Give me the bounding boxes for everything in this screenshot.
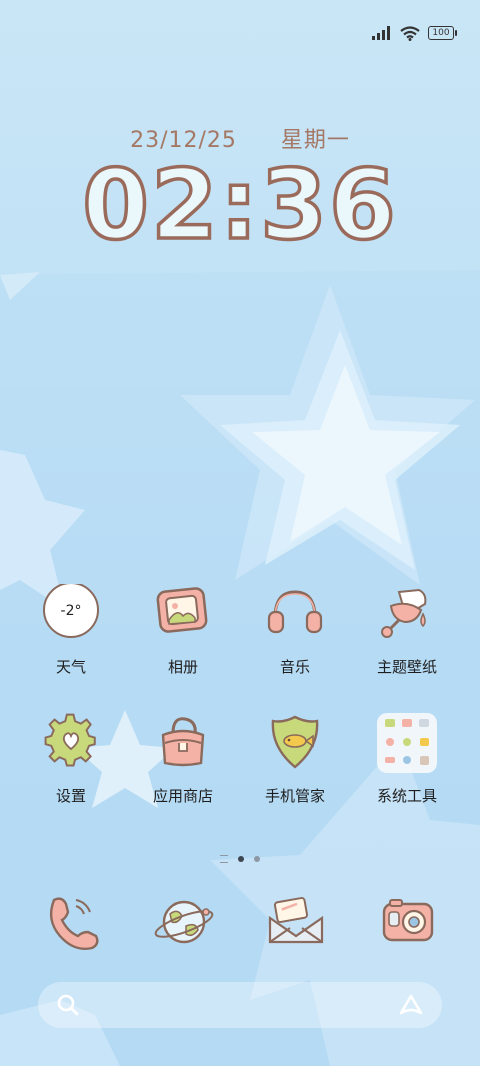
app-label: 设置 <box>55 787 86 805</box>
app-drawer-indicator[interactable] <box>220 855 228 863</box>
search-icon[interactable] <box>56 993 80 1017</box>
weather-temperature: -2° <box>61 603 82 619</box>
folder-icon <box>377 713 437 773</box>
page-dot[interactable] <box>254 856 260 862</box>
app-label: 天气 <box>55 658 86 676</box>
headphones-icon <box>267 590 323 634</box>
clock-time-text: 02:36 <box>82 150 398 260</box>
page-dot-active[interactable] <box>238 856 244 862</box>
phone-icon[interactable] <box>40 890 104 954</box>
status-bar: 100 <box>372 22 457 44</box>
clock-time[interactable]: 02:36 <box>0 150 480 260</box>
shield-icon <box>271 715 319 769</box>
app-themes[interactable]: 主题壁纸 <box>351 584 463 677</box>
shopping-bag-icon <box>161 717 205 767</box>
page-indicator[interactable] <box>0 855 480 863</box>
battery-indicator: 100 <box>428 26 457 40</box>
app-label: 相册 <box>167 658 198 676</box>
gear-icon <box>44 713 96 767</box>
app-system-tools[interactable]: 系统工具 <box>351 713 463 806</box>
search-bar[interactable] <box>38 982 442 1028</box>
app-label: 主题壁纸 <box>376 658 437 676</box>
app-phone-manager[interactable]: 手机管家 <box>239 713 351 806</box>
assistant-icon[interactable] <box>398 993 424 1017</box>
app-label: 手机管家 <box>264 787 325 805</box>
app-label: 系统工具 <box>376 787 437 805</box>
messages-envelope-icon[interactable] <box>264 890 328 954</box>
app-weather[interactable]: -2° 天气 <box>15 584 127 677</box>
battery-level: 100 <box>432 28 450 38</box>
app-store[interactable]: 应用商店 <box>127 713 239 806</box>
app-music[interactable]: 音乐 <box>239 584 351 677</box>
browser-globe-icon[interactable] <box>152 890 216 954</box>
app-label: 音乐 <box>279 658 310 676</box>
signal-bars-icon <box>372 26 390 40</box>
camera-icon[interactable] <box>376 890 440 954</box>
weather-icon: -2° <box>43 584 99 638</box>
paint-bucket-icon <box>381 588 427 638</box>
app-label: 应用商店 <box>152 787 213 805</box>
app-settings[interactable]: 设置 <box>15 713 127 806</box>
gallery-icon <box>156 587 208 633</box>
app-gallery[interactable]: 相册 <box>127 584 239 677</box>
wifi-icon <box>400 25 420 41</box>
